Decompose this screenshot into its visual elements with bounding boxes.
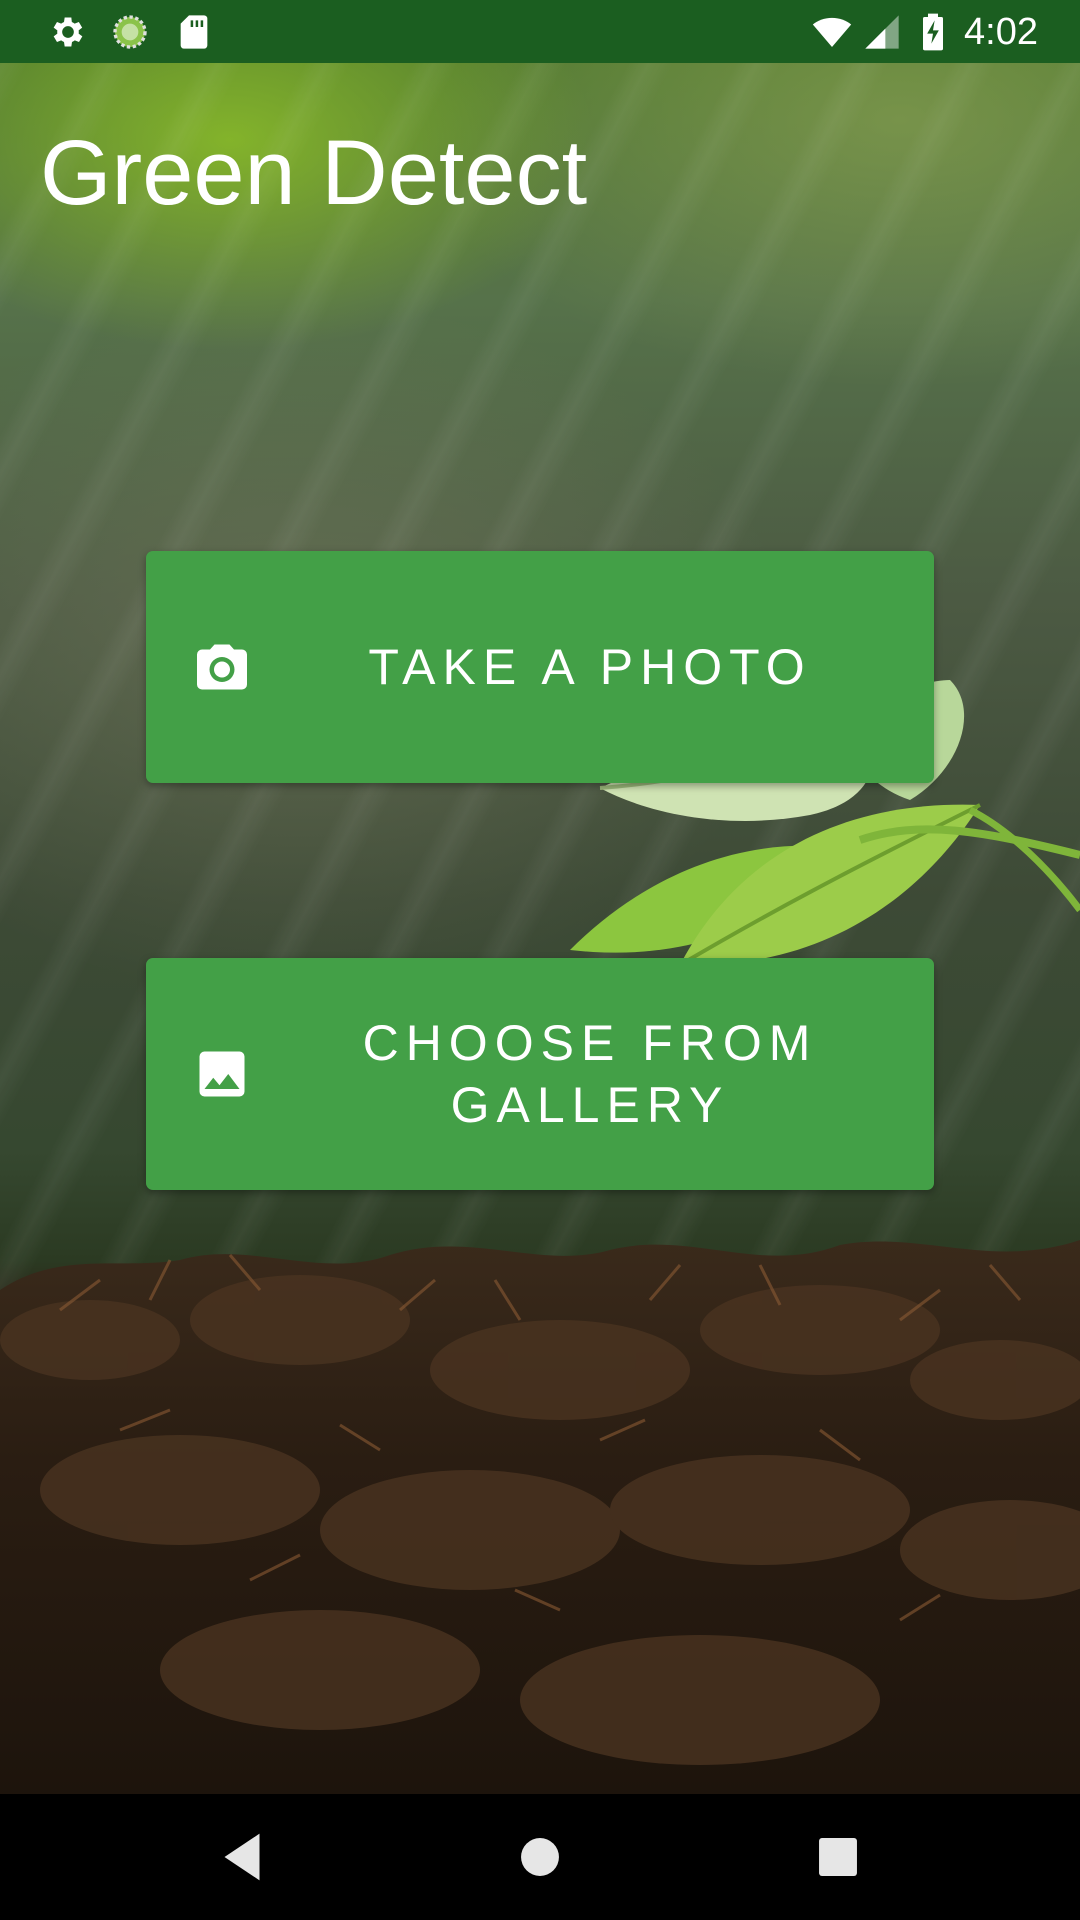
app-title: Green Detect: [40, 122, 588, 224]
status-bar: 4:02: [0, 0, 1080, 63]
background-image: [0, 0, 1080, 1794]
back-icon[interactable]: [207, 1822, 277, 1892]
cell-signal-icon: [865, 15, 899, 49]
sync-icon: [113, 15, 147, 49]
navigation-bar: [0, 1794, 1080, 1920]
camera-icon: [197, 644, 247, 690]
battery-charging-icon: [923, 13, 943, 51]
sd-card-icon: [180, 15, 208, 49]
recents-icon[interactable]: [803, 1822, 873, 1892]
soil-ground: [0, 1240, 1080, 1794]
choose-gallery-button[interactable]: CHOOSE FROM GALLERY: [146, 958, 934, 1190]
choose-gallery-label: CHOOSE FROM GALLERY: [362, 1015, 818, 1133]
screen: 4:02 Green Detect TAKE A PHOTO CHOOSE FR…: [0, 0, 1080, 1920]
settings-icon: [53, 17, 83, 47]
wifi-icon: [812, 17, 852, 47]
image-icon: [199, 1051, 245, 1097]
take-photo-button[interactable]: TAKE A PHOTO: [146, 551, 934, 783]
home-icon[interactable]: [505, 1822, 575, 1892]
take-photo-label: TAKE A PHOTO: [368, 639, 812, 695]
status-time: 4:02: [964, 11, 1038, 53]
